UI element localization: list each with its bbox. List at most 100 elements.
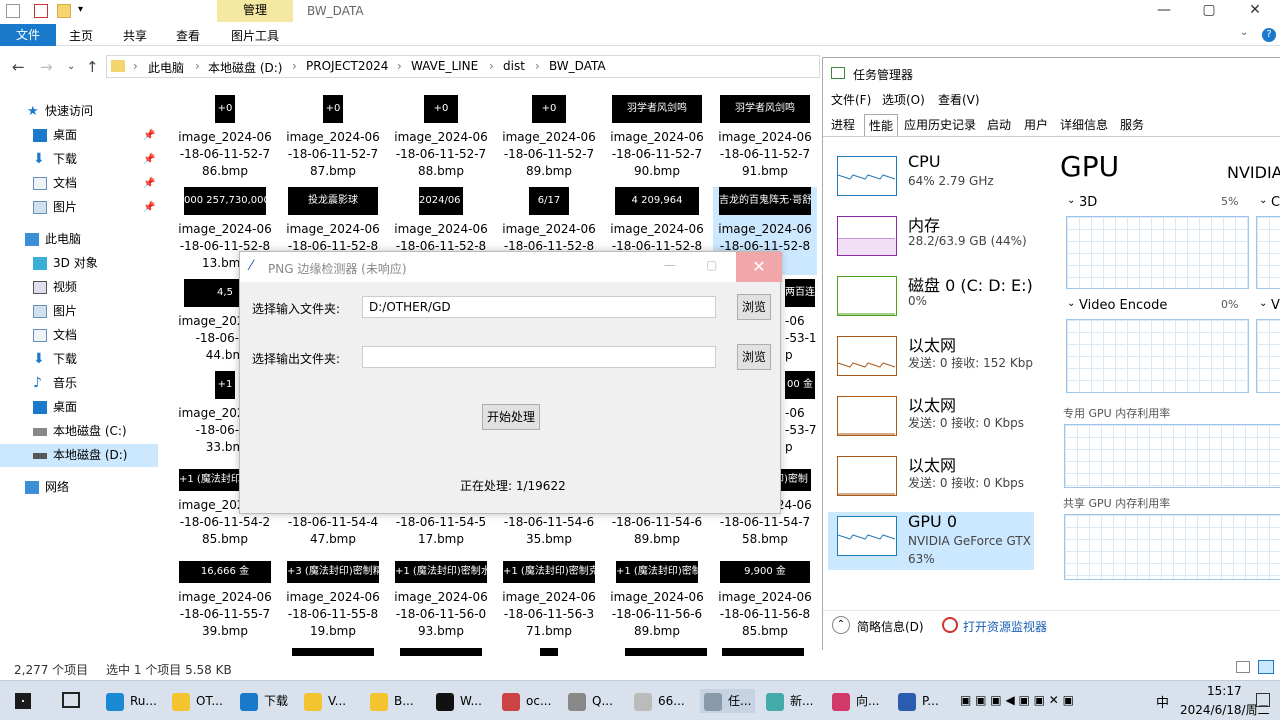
tab-services[interactable]: 服务 [1116,114,1148,136]
file-thumbnail: 羽学者风剑鸣 [612,95,702,123]
open-resource-monitor-link[interactable]: 打开资源监视器 [963,618,1047,635]
output-folder-field[interactable] [362,346,716,368]
file-tile[interactable]: +0 image_2024-06 -18-06-11-52-7 88.bmp [389,95,493,183]
input-folder-field[interactable]: D:/OTHER/GD [362,296,716,318]
file-tile[interactable]: +0 image_2024-06 -18-06-11-52-7 87.bmp [281,95,385,183]
perf-item[interactable]: 以太网 发送: 0 接收: 0 Kbps [828,392,1034,450]
file-tile[interactable]: 16,666 金 image_2024-06 -18-06-11-55-7 39.bm… [173,555,277,643]
file-tile[interactable]: +1 (魔法封印)密制克斯 image_2024-06 -18-06-11-56-3… [497,555,601,643]
taskbar-app-label: V... [328,694,347,708]
close-icon[interactable]: ✕ [1243,2,1267,18]
tab-processes[interactable]: 进程 [827,114,859,136]
browse-input-button[interactable]: 浏览 [737,294,771,320]
file-name-line: image_2024-06 [718,130,812,144]
fewer-details-link[interactable]: 简略信息(D) [857,618,924,635]
file-tile[interactable]: +1 (魔法封印)密制流浪 image_2024-06 -18-06-11-56-6… [605,555,709,643]
perf-item[interactable]: 内存 28.2/63.9 GB (44%) [828,212,1034,270]
engine-next-label[interactable]: V [1271,298,1280,313]
tab-startup[interactable]: 启动 [983,114,1015,136]
tray-icons[interactable]: ▣ ▣ ▣ ◀ ▣ ▣ ✕ ▣ [960,693,1074,707]
file-name-line: -18-06-11-54-7 [719,515,811,529]
taskbar-app[interactable]: W... [436,689,482,713]
dialog-maximize-icon[interactable]: ▢ [706,258,717,272]
tab-performance[interactable]: 性能 [864,114,899,136]
taskbar-app[interactable]: oc... [502,689,551,713]
perf-item[interactable]: 磁盘 0 (C: D: E:) 0% [828,272,1034,330]
file-tile[interactable]: +0 image_2024-06 -18-06-11-52-7 86.bmp [173,95,277,183]
windows-start-icon[interactable] [15,693,31,709]
perf-mini-graph [837,216,897,256]
app-icon [898,692,916,711]
gpu-heading: GPU [1060,150,1120,183]
perf-mini-graph [837,396,897,436]
perf-value: 64% 2.79 GHz [908,174,994,188]
taskbar-app[interactable]: 下载 [240,689,288,713]
file-tile[interactable]: 羽学者风剑鸣 image_2024-06 -18-06-11-52-7 90.bmp [605,95,709,183]
chevron-down-icon[interactable]: ⌄ [1259,195,1267,206]
menu-file[interactable]: 文件(F) [831,91,871,108]
taskbar-app-label: 任... [728,694,752,708]
taskbar-app[interactable]: B... [370,689,414,713]
taskbar-app[interactable]: Ru... [106,689,157,713]
file-tile[interactable]: 羽学者风剑鸣 image_2024-06 -18-06-11-52-7 91.bmp [713,95,817,183]
notification-icon[interactable] [1256,693,1270,707]
taskbar-app-label: 66... [658,694,685,708]
file-name-line: -18-06-11-52-7 [503,147,595,161]
taskbar-app[interactable]: 66... [634,689,685,713]
perf-name: GPU 0 [908,512,958,531]
dialog-close-icon[interactable]: ✕ [736,252,782,282]
file-tile[interactable]: 9,900 金 image_2024-06 -18-06-11-56-8 85.bmp [713,555,817,643]
task-manager-title: 任务管理器 [853,68,914,82]
file-name-line: 19.bmp [309,624,356,638]
large-icons-view-icon[interactable] [1258,660,1274,674]
engine-video-encode-label[interactable]: Video Encode [1079,298,1167,313]
chevron-down-icon[interactable]: ⌄ [1067,298,1075,309]
taskbar-app[interactable]: V... [304,689,346,713]
browse-output-button[interactable]: 浏览 [737,344,771,370]
chevron-down-icon[interactable]: ⌄ [1067,195,1075,206]
file-name-line: -18-06-11-56-6 [611,607,703,621]
dialog-minimize-icon[interactable]: — [664,258,676,272]
tab-app-history[interactable]: 应用历史记录 [900,114,980,136]
details-view-icon[interactable] [1236,661,1250,673]
perf-value: NVIDIA GeForce GTX [908,534,1031,548]
file-thumbnail: 000 257,730,000 [184,187,266,215]
collapse-icon[interactable]: ⌃ [832,616,850,634]
minimize-icon[interactable]: — [1152,2,1176,18]
perf-item[interactable]: 以太网 发送: 0 接收: 0 Kbps [828,452,1034,510]
perf-item[interactable]: GPU 0 NVIDIA GeForce GTX 63% [828,512,1034,570]
taskbar-app[interactable]: P... [898,689,939,713]
gpu-video-graph [1256,319,1280,393]
menu-view[interactable]: 查看(V) [938,91,980,108]
perf-mini-graph [837,336,897,376]
perf-item[interactable]: CPU 64% 2.79 GHz [828,152,1034,210]
start-processing-button[interactable]: 开始处理 [482,404,540,430]
help-icon[interactable]: ? [1262,28,1276,42]
maximize-icon[interactable]: ▢ [1197,2,1221,18]
taskbar-app[interactable]: Q... [568,689,613,713]
ime-indicator[interactable]: 中 [1156,692,1169,711]
file-tile[interactable]: +3 (魔法封印)密制精精 image_2024-06 -18-06-11-55-8… [281,555,385,643]
expand-ribbon-icon[interactable]: ⌄ [1240,27,1248,38]
task-view-icon[interactable] [62,692,80,708]
taskbar-app[interactable]: 任... [700,689,756,713]
taskbar-app[interactable]: 向... [832,689,879,713]
perf-item[interactable]: 以太网 发送: 0 接收: 152 Kbp [828,332,1034,390]
file-thumbnail: 00 金 [785,371,815,399]
menu-options[interactable]: 选项(O) [882,91,925,108]
taskbar-app[interactable]: OT... [172,689,223,713]
tab-users[interactable]: 用户 [1020,114,1052,136]
file-tile[interactable]: 两百连.. -06 -53-1 p [781,279,819,367]
perf-mini-graph [837,456,897,496]
file-tile[interactable]: 00 金 -06 -53-7 p [781,371,819,459]
engine-next-label[interactable]: C [1271,195,1280,210]
engine-3d-label[interactable]: 3D [1079,195,1097,210]
file-tile[interactable]: +0 image_2024-06 -18-06-11-52-7 89.bmp [497,95,601,183]
taskbar-app[interactable]: 新... [766,689,813,713]
file-name-line: 88.bmp [417,164,464,178]
perf-value: 发送: 0 接收: 0 Kbps [908,476,1024,490]
chevron-down-icon[interactable]: ⌄ [1259,298,1267,309]
clock-time[interactable]: 15:17 [1207,684,1242,698]
tab-details[interactable]: 详细信息 [1056,114,1112,136]
file-tile[interactable]: +1 (魔法封印)密制水晶 image_2024-06 -18-06-11-56-0… [389,555,493,643]
